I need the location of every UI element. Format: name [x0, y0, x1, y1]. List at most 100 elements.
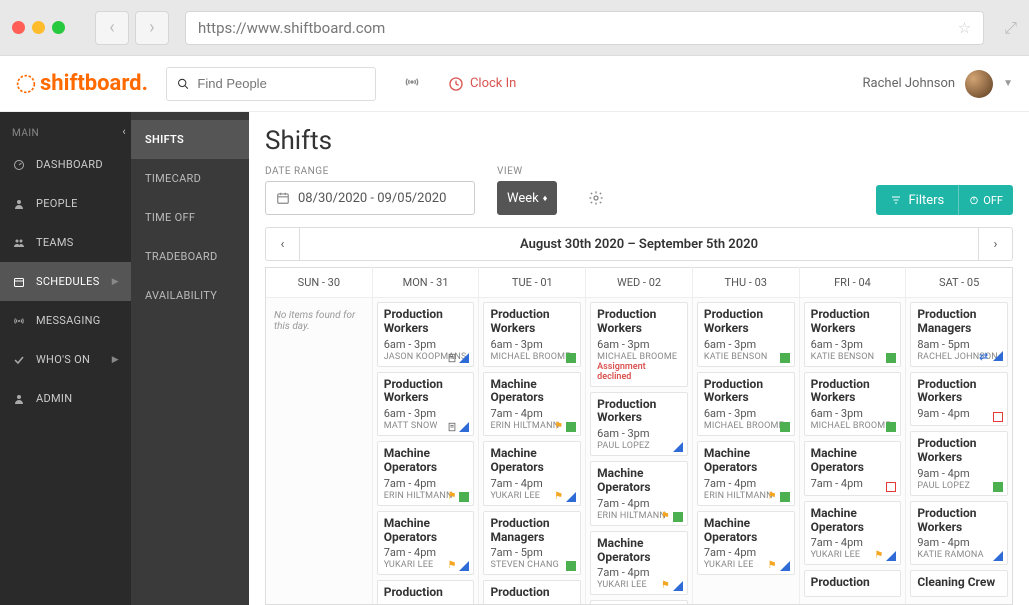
- shift-card[interactable]: Machine Operators7am - 4pmERIN HILTMANN⚑: [377, 441, 475, 506]
- shift-card[interactable]: Production Workers6am - 3pmMICHAEL BROOM…: [804, 372, 902, 437]
- day-column: WED - 02Production Workers6am - 3pmMICHA…: [586, 267, 693, 604]
- chevron-down-icon: ▼: [1003, 78, 1013, 89]
- shift-icons: ⚑: [874, 551, 896, 561]
- shift-time: 6am - 3pm: [811, 407, 895, 420]
- shift-time: 6am - 3pm: [384, 407, 468, 420]
- shift-person: MICHAEL BROOME: [490, 352, 574, 362]
- day-header: FRI - 04: [800, 267, 906, 298]
- minimize-window-icon[interactable]: [32, 21, 45, 34]
- broadcast-icon[interactable]: [404, 74, 420, 94]
- shift-card[interactable]: Production Workers9am - 4pmPAUL LOPEZ: [910, 431, 1008, 496]
- sidebar-item-admin[interactable]: ADMIN: [0, 379, 131, 418]
- shift-card[interactable]: Production Managers7am - 5pmSTEVEN CHANG: [483, 511, 581, 576]
- sidebar-collapse-button[interactable]: ‹: [115, 122, 133, 140]
- shift-card[interactable]: Production Workers6am - 3pmPAUL LOPEZ: [590, 392, 688, 457]
- sidebar-item-people[interactable]: PEOPLE: [0, 184, 131, 223]
- flag-icon: ⚑: [768, 492, 778, 502]
- shift-card[interactable]: Machine Operators7am - 4pm: [804, 441, 902, 496]
- note-icon: [447, 422, 457, 432]
- next-week-button[interactable]: ›: [978, 228, 1012, 260]
- status-flag-icon: [459, 561, 469, 571]
- status-flag-icon: [566, 492, 576, 502]
- shift-card[interactable]: Production Workers9am - 4pm: [910, 372, 1008, 427]
- view-group: VIEW Week ♦: [497, 166, 557, 215]
- clock-in-button[interactable]: Clock In: [448, 76, 516, 92]
- day-header: SAT - 05: [906, 267, 1012, 298]
- search-field[interactable]: [197, 76, 365, 91]
- subnav-item-shifts[interactable]: SHIFTS: [131, 120, 249, 159]
- subnav-item-timecard[interactable]: TIMECARD: [131, 159, 249, 198]
- shift-card[interactable]: Machine Operators7am - 4pmYUKARI LEE⚑: [697, 511, 795, 576]
- status-green-icon: [566, 561, 576, 571]
- shift-card[interactable]: Production Workers6am - 3pmKATIE BENSON: [804, 302, 902, 367]
- shift-card[interactable]: Production Workers6am - 3pmMICHAEL BROOM…: [697, 372, 795, 437]
- shift-icons: [886, 482, 896, 492]
- shift-card[interactable]: Machine Operators7am - 4pmYUKARI LEE⚑: [483, 441, 581, 506]
- status-green-icon: [780, 492, 790, 502]
- shift-title: Production Workers: [811, 378, 895, 406]
- shift-title: Machine Operators: [704, 517, 788, 545]
- shift-card[interactable]: Machine Operators7am - 4pmYUKARI LEE⚑: [804, 501, 902, 566]
- status-green-icon: [459, 492, 469, 502]
- shift-title: Machine Operators: [490, 378, 574, 406]
- user-menu[interactable]: Rachel Johnson ▼: [863, 70, 1013, 98]
- shift-card[interactable]: Production: [377, 580, 475, 604]
- close-window-icon[interactable]: [12, 21, 25, 34]
- shift-card[interactable]: Machine Operators7am - 4pmERIN HILTMANN⚑: [697, 441, 795, 506]
- controls-row: DATE RANGE 08/30/2020 - 09/05/2020 VIEW …: [265, 166, 1013, 215]
- filters-off-toggle[interactable]: OFF: [958, 185, 1013, 215]
- view-select[interactable]: Week ♦: [497, 181, 557, 215]
- day-column: TUE - 01Production Workers6am - 3pmMICHA…: [479, 267, 586, 604]
- shift-time: 6am - 3pm: [811, 338, 895, 351]
- off-label: OFF: [983, 194, 1003, 207]
- sidebar-item-dashboard[interactable]: DASHBOARD: [0, 145, 131, 184]
- sidebar-item-who-s-on[interactable]: WHO'S ON▶: [0, 340, 131, 379]
- shift-card[interactable]: Cleaning Crew: [910, 570, 1008, 597]
- flag-icon: ⚑: [554, 422, 564, 432]
- subnav-item-tradeboard[interactable]: TRADEBOARD: [131, 237, 249, 276]
- maximize-window-icon[interactable]: [52, 21, 65, 34]
- shift-card[interactable]: Production: [590, 600, 688, 604]
- shift-card[interactable]: Machine Operators7am - 4pmERIN HILTMANN⚑: [483, 372, 581, 437]
- back-button[interactable]: ‹: [95, 11, 129, 45]
- url-bar[interactable]: https://www.shiftboard.com ☆: [185, 11, 984, 45]
- filters-button[interactable]: Filters: [876, 185, 958, 215]
- search-input[interactable]: [166, 67, 376, 101]
- controls-right: Filters OFF: [876, 185, 1013, 215]
- subnav-item-time-off[interactable]: TIME OFF: [131, 198, 249, 237]
- shift-card[interactable]: Machine Operators7am - 4pmYUKARI LEE⚑: [377, 511, 475, 576]
- shift-person: KATIE BENSON: [811, 352, 895, 362]
- shift-card[interactable]: Production: [483, 580, 581, 604]
- sidebar-item-teams[interactable]: TEAMS: [0, 223, 131, 262]
- fullscreen-icon[interactable]: ⤢: [1004, 18, 1017, 38]
- shift-card[interactable]: Production Workers6am - 3pmJASON KOOPMAN…: [377, 302, 475, 367]
- shift-card[interactable]: Production Workers6am - 3pmMICHAEL BROOM…: [483, 302, 581, 367]
- shift-card[interactable]: Production: [804, 570, 902, 597]
- flag-icon: ⚑: [768, 561, 778, 571]
- shift-card[interactable]: Machine Operators7am - 4pmERIN HILTMANN⚑: [590, 461, 688, 526]
- shift-card[interactable]: Production Workers6am - 3pmMICHAEL BROOM…: [590, 302, 688, 387]
- teams-icon: [12, 237, 26, 249]
- sidebar-item-messaging[interactable]: MESSAGING: [0, 301, 131, 340]
- forward-button[interactable]: ›: [135, 11, 169, 45]
- window-controls: [12, 21, 65, 34]
- settings-button[interactable]: [579, 181, 613, 215]
- shift-card[interactable]: Production Workers6am - 3pmKATIE BENSON: [697, 302, 795, 367]
- date-range-input[interactable]: 08/30/2020 - 09/05/2020: [265, 181, 475, 215]
- day-column: SUN - 30No items found for this day.: [266, 267, 373, 604]
- no-items-message: No items found for this day.: [270, 302, 368, 340]
- sidebar-item-label: MESSAGING: [36, 314, 101, 327]
- filters-label: Filters: [908, 193, 944, 208]
- shift-card[interactable]: Machine Operators7am - 4pmYUKARI LEE⚑: [590, 531, 688, 596]
- sidebar-section-label: MAIN: [0, 122, 131, 145]
- date-range-label: DATE RANGE: [265, 166, 475, 177]
- shift-card[interactable]: Production Managers8am - 5pmRACHEL JOHNS…: [910, 302, 1008, 367]
- subnav-item-availability[interactable]: AVAILABILITY: [131, 276, 249, 315]
- bookmark-icon[interactable]: ☆: [958, 19, 971, 37]
- logo[interactable]: shiftboard.: [16, 71, 148, 96]
- shift-title: Cleaning Crew: [917, 576, 1001, 590]
- sidebar-item-schedules[interactable]: SCHEDULES▶: [0, 262, 131, 301]
- prev-week-button[interactable]: ‹: [266, 228, 300, 260]
- shift-card[interactable]: Production Workers6am - 3pmMATT SNOW: [377, 372, 475, 437]
- shift-card[interactable]: Production Workers9am - 4pmKATIE RAMONA: [910, 501, 1008, 566]
